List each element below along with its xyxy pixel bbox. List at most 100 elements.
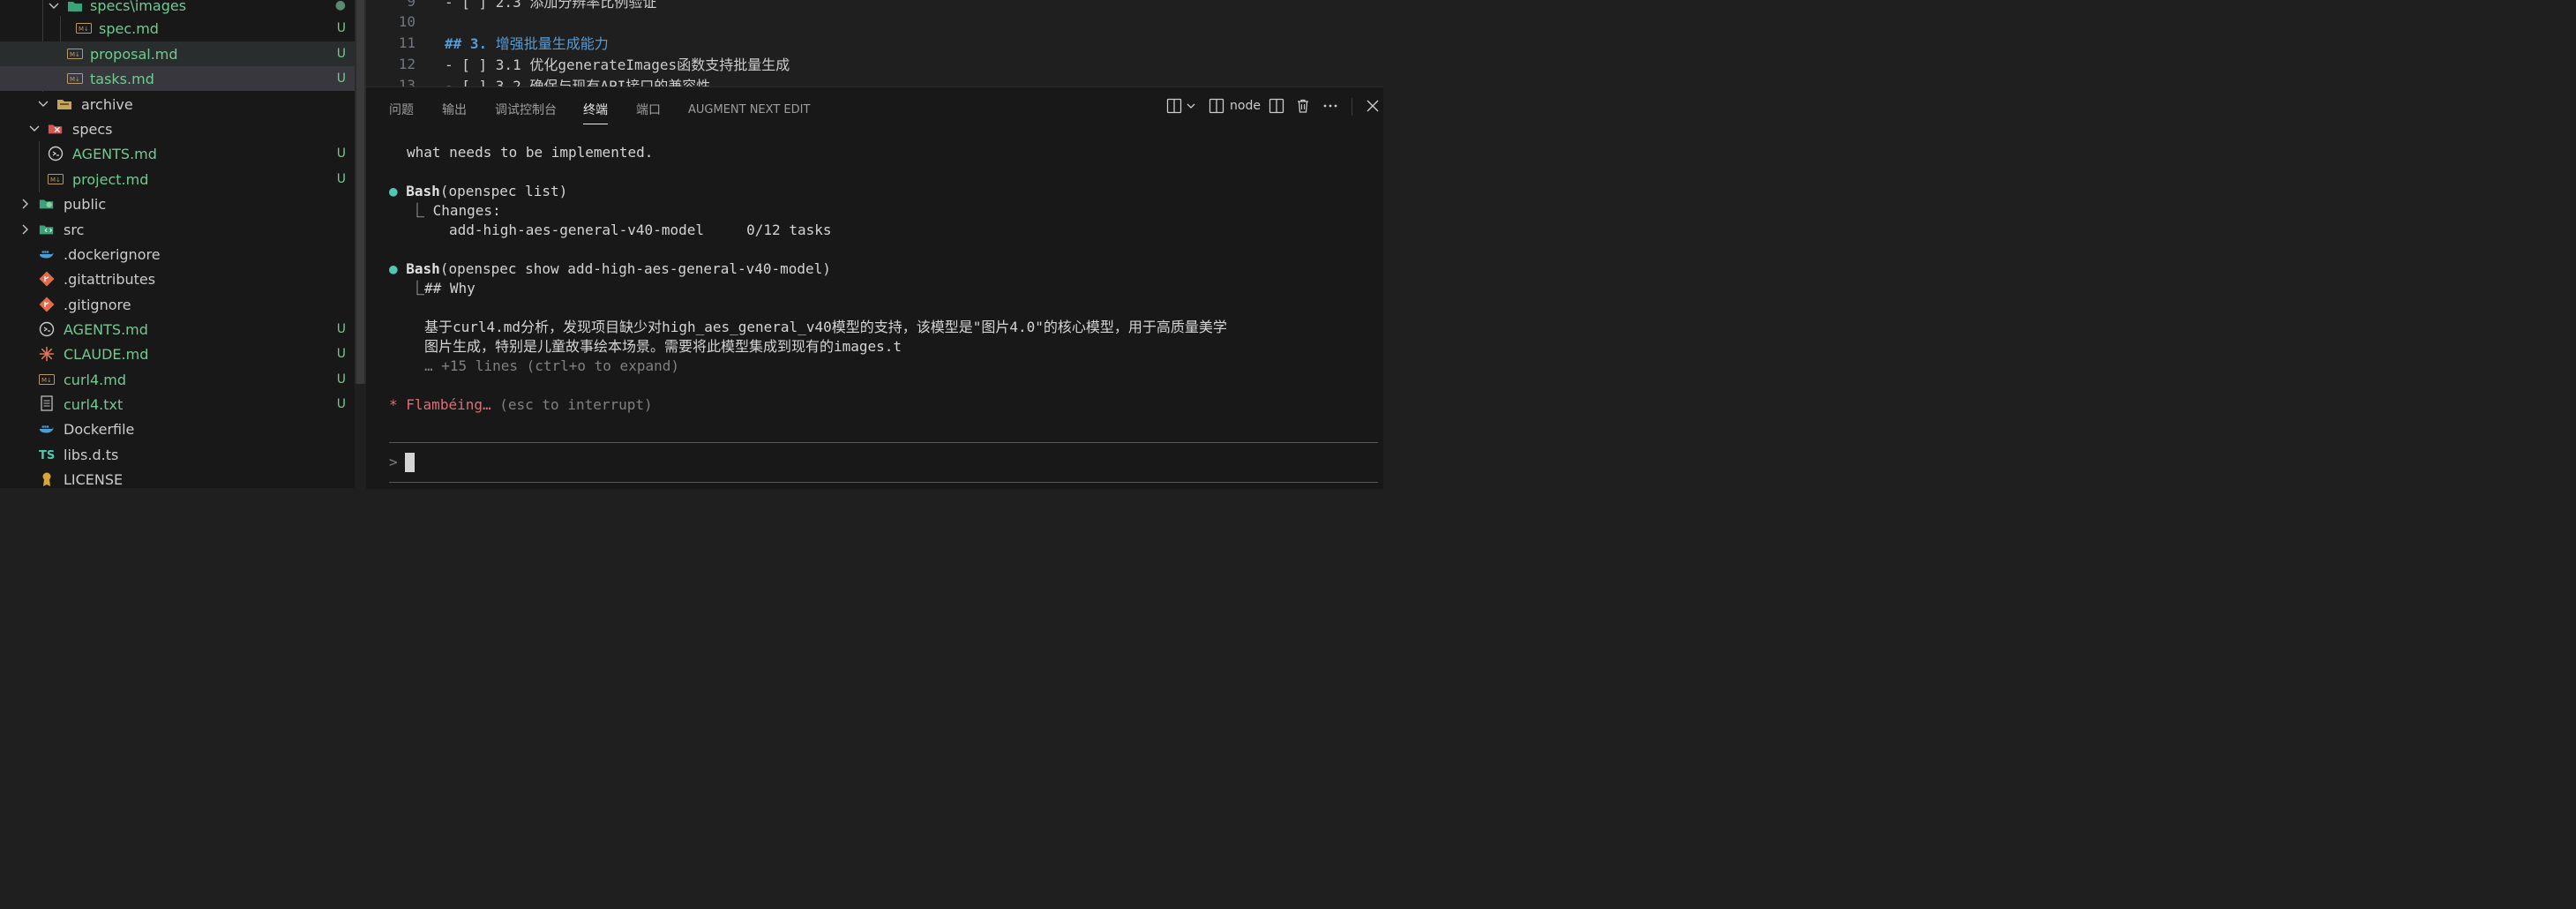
tree-label: .gitattributes: [64, 270, 156, 288]
more-actions-button[interactable]: [1322, 95, 1338, 116]
tree-file-dockerignore[interactable]: .dockerignore: [0, 242, 355, 267]
sidebar-scrollbar[interactable]: [355, 0, 366, 384]
folder-src-icon: [39, 222, 55, 237]
markdown-icon: M↓: [39, 372, 55, 387]
license-icon: [39, 471, 55, 487]
tree-label: proposal.md: [90, 45, 178, 63]
input-divider: [389, 442, 1378, 443]
tree-label: tasks.md: [90, 70, 154, 87]
tree-label: specs\images: [90, 0, 187, 14]
tree-label: src: [64, 221, 85, 238]
tree-file-curl4-txt[interactable]: curl4.txt U: [0, 392, 355, 417]
sidebar-scroll-thumb[interactable]: [356, 0, 364, 384]
markdown-icon: M↓: [67, 46, 83, 62]
bullet-icon: ●: [389, 260, 398, 277]
tree-label: AGENTS.md: [64, 320, 148, 338]
tree-file-gitattributes[interactable]: .gitattributes: [0, 267, 355, 291]
terminal-input-cursor[interactable]: [405, 453, 415, 472]
tree-file-agents-md-root[interactable]: AGENTS.md U: [0, 317, 355, 342]
tree-folder-specs[interactable]: specs: [0, 116, 355, 141]
prompt-icon: >: [389, 454, 398, 470]
svg-text:M↓: M↓: [79, 26, 89, 33]
terminal-line: ⎿## Why: [410, 280, 476, 297]
tree-file-gitignore[interactable]: .gitignore: [0, 292, 355, 317]
interrupt-hint: (esc to interrupt): [499, 396, 653, 413]
tab-problems[interactable]: 问题: [389, 96, 414, 123]
tree-file-libs-d-ts[interactable]: TS libs.d.ts: [0, 442, 355, 467]
chevron-right-icon: [19, 223, 32, 236]
openai-icon: [39, 321, 55, 337]
explorer-sidebar: specs\images ● M↓ spec.md U M↓ proposal.…: [0, 0, 355, 488]
tree-label: specs: [72, 120, 113, 138]
svg-text:M↓: M↓: [70, 51, 80, 58]
tree-file-license[interactable]: LICENSE: [0, 467, 355, 488]
split-layout-icon: [1166, 98, 1182, 114]
tree-folder-src[interactable]: src: [0, 217, 355, 242]
tree-file-project-md[interactable]: M↓ project.md U: [0, 167, 355, 192]
tool-name: Bash: [406, 260, 440, 277]
line-number: 11: [398, 34, 416, 51]
terminal-status-line: * Flambéing… (esc to interrupt): [389, 395, 653, 415]
chevron-down-icon: [28, 123, 41, 135]
svg-text:TS: TS: [39, 449, 55, 461]
markdown-icon: M↓: [48, 171, 64, 187]
tree-file-proposal-md[interactable]: M↓ proposal.md U: [0, 41, 355, 66]
split-terminal-button[interactable]: [1269, 95, 1284, 116]
terminal-line: 基于curl4.md分析，发现项目缺少对high_aes_general_v40…: [424, 319, 1227, 335]
kill-terminal-button[interactable]: [1295, 95, 1311, 116]
terminal-split-icon: [1209, 98, 1224, 114]
chevron-down-icon: [1186, 101, 1196, 111]
tree-label: libs.d.ts: [64, 446, 119, 463]
tree-file-dockerfile[interactable]: Dockerfile: [0, 417, 355, 441]
close-panel-button[interactable]: [1366, 95, 1380, 116]
tool-args: (openspec list): [439, 183, 568, 199]
tree-file-agents-md[interactable]: AGENTS.md U: [0, 141, 355, 166]
split-dropdown-button[interactable]: [1166, 95, 1196, 116]
tool-args: (openspec show add-high-aes-general-v40-…: [439, 260, 831, 277]
openai-icon: [48, 146, 64, 162]
terminal-line: what needs to be implemented.: [407, 144, 654, 161]
tree-label: .gitignore: [64, 296, 131, 313]
tab-output[interactable]: 输出: [442, 96, 467, 123]
expand-hint[interactable]: … +15 lines (ctrl+o to expand): [424, 357, 679, 376]
tree-label: curl4.txt: [64, 395, 124, 413]
close-icon: [1366, 99, 1380, 113]
tab-augment-next-edit[interactable]: AUGMENT NEXT EDIT: [688, 96, 810, 123]
typescript-icon: TS: [39, 447, 56, 462]
git-status-badge: U: [336, 322, 346, 336]
git-status-badge: U: [336, 172, 346, 186]
tree-label: AGENTS.md: [72, 145, 157, 162]
editor-pane[interactable]: 9 - [ ] 2.3 添加分辨率比例验证 10 11 ## 3. 增强批量生成…: [366, 0, 1383, 86]
status-text: Flambéing…: [406, 396, 491, 413]
tree-label: CLAUDE.md: [64, 345, 149, 363]
tab-debug-console[interactable]: 调试控制台: [495, 96, 557, 123]
tree-folder-public[interactable]: public: [0, 192, 355, 216]
folder-images-icon: [67, 0, 83, 14]
line-number: 13: [398, 76, 416, 87]
folder-archive-icon: [56, 96, 72, 112]
tool-name: Bash: [406, 183, 440, 199]
git-icon: [39, 271, 55, 287]
tree-file-claude-md[interactable]: CLAUDE.md U: [0, 342, 355, 366]
tab-terminal[interactable]: 终端: [583, 96, 608, 124]
terminal-line: add-high-aes-general-v40-model 0/12 task…: [449, 222, 832, 238]
tree-file-curl4-md[interactable]: M↓ curl4.md U: [0, 367, 355, 392]
tree-folder-specs-images[interactable]: specs\images ●: [0, 0, 355, 18]
tree-folder-archive[interactable]: archive: [0, 92, 355, 116]
git-icon: [39, 297, 55, 312]
tree-file-tasks-md[interactable]: M↓ tasks.md U: [0, 66, 355, 91]
tab-ports[interactable]: 端口: [636, 96, 661, 123]
ellipsis-icon: [1322, 98, 1338, 114]
terminal-selector[interactable]: node: [1209, 95, 1261, 116]
terminal-line: ● Bash(openspec list): [389, 182, 567, 201]
docker-icon: [39, 246, 55, 262]
git-status-badge: U: [336, 397, 346, 411]
markdown-icon: M↓: [67, 71, 83, 86]
svg-text:M↓: M↓: [41, 377, 52, 384]
line-text: - [ ] 2.3 添加分辨率比例验证: [445, 0, 657, 11]
terminal-line: ⎿ Changes:: [410, 202, 501, 219]
tree-file-spec-md[interactable]: M↓ spec.md U: [0, 16, 355, 41]
split-icon: [1269, 98, 1284, 114]
git-status-badge: U: [336, 21, 346, 35]
git-status-badge: U: [336, 347, 346, 361]
